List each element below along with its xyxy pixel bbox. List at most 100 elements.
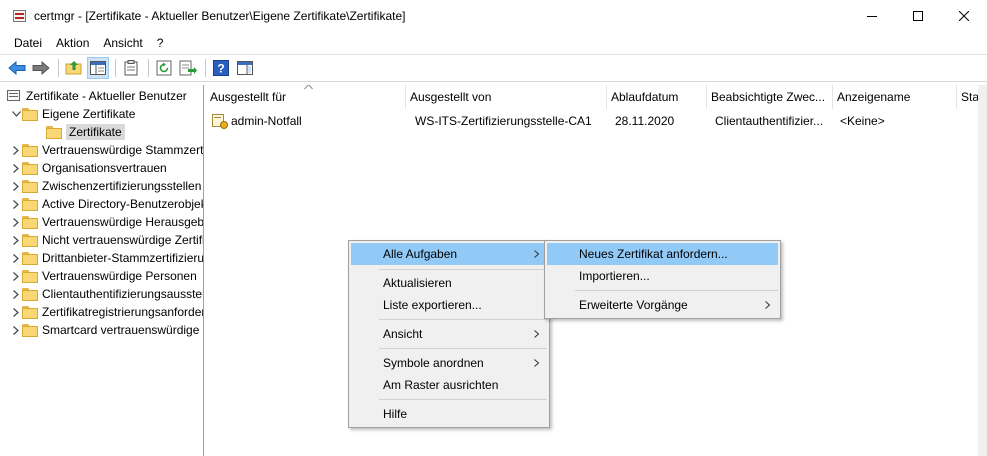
tree-item-label: Zertifikatregistrierungsanforderungen	[42, 305, 204, 319]
tree-item-label: Eigene Zertifikate	[42, 107, 136, 121]
folder-icon	[22, 161, 38, 175]
tree-item[interactable]: Organisationsvertrauen	[10, 159, 167, 177]
menu-item-neues-zertifikat-anfordern[interactable]: Neues Zertifikat anfordern...	[547, 243, 778, 265]
menu-item-label: Am Raster ausrichten	[383, 378, 499, 392]
forward-arrow-icon	[32, 61, 50, 75]
chevron-down-icon[interactable]	[10, 105, 22, 123]
folder-icon	[22, 107, 38, 121]
menu-ansicht[interactable]: Ansicht	[96, 33, 149, 53]
up-one-level-button[interactable]	[63, 57, 85, 79]
show-hide-action-pane-button[interactable]	[234, 57, 256, 79]
toolbar-separator	[148, 59, 149, 77]
certmgr-app-icon[interactable]	[12, 8, 28, 24]
minimize-button[interactable]	[849, 0, 895, 32]
tree-item-label: Active Directory-Benutzerobjekt	[42, 197, 204, 211]
forward-button[interactable]	[30, 57, 52, 79]
tree-root-label: Zertifikate - Aktueller Benutzer	[26, 89, 187, 103]
cell-purpose: Clientauthentifizier...	[715, 114, 824, 128]
chevron-right-icon[interactable]	[10, 213, 22, 231]
window-title: certmgr - [Zertifikate - Aktueller Benut…	[34, 9, 406, 23]
tree-item-label: Zwischenzertifizierungsstellen	[42, 179, 202, 193]
chevron-right-icon[interactable]	[10, 231, 22, 249]
menu-item-importieren[interactable]: Importieren...	[547, 265, 778, 287]
column-header-label: Ausgestellt für	[210, 90, 287, 104]
menu-item-aktualisieren[interactable]: Aktualisieren	[351, 272, 547, 294]
tree-item[interactable]: Smartcard vertrauenswürdige Stämme	[10, 321, 203, 339]
menu-help[interactable]: ?	[150, 33, 171, 53]
maximize-button[interactable]	[895, 0, 941, 32]
tree-item-label: Vertrauenswürdige Personen	[42, 269, 197, 283]
chevron-right-icon[interactable]	[10, 267, 22, 285]
menu-separator	[379, 319, 547, 320]
folder-icon	[22, 305, 38, 319]
refresh-button[interactable]	[153, 57, 175, 79]
column-header-status[interactable]: Sta	[957, 85, 978, 109]
help-button[interactable]: ?	[210, 57, 232, 79]
menu-item-am-raster-ausrichten[interactable]: Am Raster ausrichten	[351, 374, 547, 396]
menu-item-hilfe[interactable]: Hilfe	[351, 403, 547, 425]
tree-item-zertifikate[interactable]: Zertifikate	[30, 123, 125, 141]
cell-friendly-name: <Keine>	[840, 114, 885, 128]
tree-item[interactable]: Vertrauenswürdige Personen	[10, 267, 197, 285]
chevron-right-icon[interactable]	[10, 303, 22, 321]
context-menu: Alle Aufgaben Aktualisieren Liste export…	[348, 240, 550, 428]
column-header-label: Ausgestellt von	[410, 90, 492, 104]
menu-item-alle-aufgaben[interactable]: Alle Aufgaben	[351, 243, 547, 265]
toolbar-separator	[58, 59, 59, 77]
column-header-label: Sta	[961, 90, 978, 104]
submenu-arrow-icon	[534, 243, 539, 265]
show-hide-tree-button[interactable]	[87, 57, 109, 79]
menu-aktion[interactable]: Aktion	[49, 33, 96, 53]
properties-button[interactable]	[120, 57, 142, 79]
menu-item-erweiterte-vorgaenge[interactable]: Erweiterte Vorgänge	[547, 294, 778, 316]
back-arrow-icon	[8, 61, 26, 75]
chevron-right-icon[interactable]	[10, 141, 22, 159]
title-bar: certmgr - [Zertifikate - Aktueller Benut…	[0, 0, 987, 32]
tree-item[interactable]: Active Directory-Benutzerobjekt	[10, 195, 204, 213]
tree-item[interactable]: Nicht vertrauenswürdige Zertifikate	[10, 231, 203, 249]
chevron-right-icon[interactable]	[10, 285, 22, 303]
menu-separator	[575, 290, 778, 291]
tree-item[interactable]: Drittanbieter-Stammzertifizierungsstelle…	[10, 249, 203, 267]
column-header-purpose[interactable]: Beabsichtigte Zwec...	[707, 85, 833, 109]
export-list-button[interactable]	[177, 57, 199, 79]
cell-issued-to[interactable]: admin-Notfall	[212, 112, 402, 130]
back-button[interactable]	[6, 57, 28, 79]
folder-icon	[22, 269, 38, 283]
close-button[interactable]	[941, 0, 987, 32]
tree-root[interactable]: Zertifikate - Aktueller Benutzer	[6, 87, 187, 105]
show-action-pane-icon	[237, 61, 253, 75]
column-header-friendly-name[interactable]: Anzeigename	[833, 85, 957, 109]
tree-item[interactable]: Zertifikatregistrierungsanforderungen	[10, 303, 204, 321]
tree-item-label: Vertrauenswürdige Herausgeber	[42, 215, 204, 229]
menu-item-ansicht[interactable]: Ansicht	[351, 323, 547, 345]
folder-icon	[22, 323, 38, 337]
menu-item-label: Symbole anordnen	[383, 356, 484, 370]
tree-item[interactable]: Vertrauenswürdige Stammzertifizierungsst…	[10, 141, 203, 159]
menu-item-symbole-anordnen[interactable]: Symbole anordnen	[351, 352, 547, 374]
submenu-alle-aufgaben: Neues Zertifikat anfordern... Importiere…	[544, 240, 781, 319]
tree-item[interactable]: Clientauthentifizierungsaussteller	[10, 285, 203, 303]
menu-item-liste-exportieren[interactable]: Liste exportieren...	[351, 294, 547, 316]
show-tree-icon	[90, 61, 106, 75]
chevron-right-icon[interactable]	[10, 249, 22, 267]
tree-item[interactable]: Vertrauenswürdige Herausgeber	[10, 213, 204, 231]
folder-icon	[22, 251, 38, 265]
menu-separator	[379, 399, 547, 400]
tree-item[interactable]: Zwischenzertifizierungsstellen	[10, 177, 201, 195]
vertical-scrollbar[interactable]	[978, 85, 987, 456]
menu-datei[interactable]: Datei	[7, 33, 49, 53]
column-header-expiration[interactable]: Ablaufdatum	[607, 85, 707, 109]
menu-item-label: Ansicht	[383, 327, 423, 341]
toolbar-separator	[115, 59, 116, 77]
folder-icon	[22, 233, 38, 247]
submenu-arrow-icon	[534, 352, 539, 374]
chevron-right-icon[interactable]	[10, 177, 22, 195]
column-header-issued-by[interactable]: Ausgestellt von	[406, 85, 607, 109]
tree-item-eigene-zertifikate[interactable]: Eigene Zertifikate	[10, 105, 135, 123]
folder-icon	[22, 287, 38, 301]
chevron-right-icon[interactable]	[10, 159, 22, 177]
close-icon	[959, 11, 969, 21]
chevron-right-icon[interactable]	[10, 321, 22, 339]
chevron-right-icon[interactable]	[10, 195, 22, 213]
